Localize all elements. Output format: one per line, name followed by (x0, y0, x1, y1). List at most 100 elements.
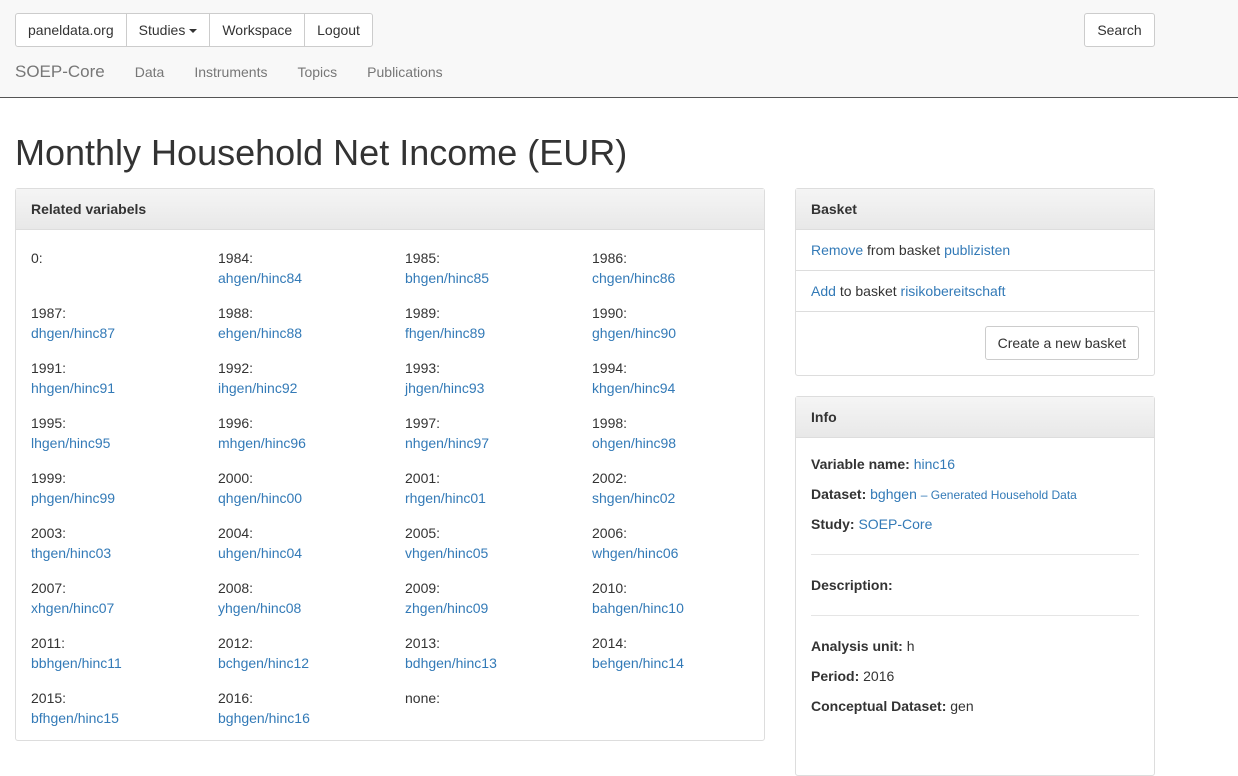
period-row: Period: 2016 (811, 666, 1139, 696)
related-variable-year: 2005: (405, 525, 441, 541)
conceptual-dataset-value: gen (950, 698, 974, 714)
related-variable-item: 1990: ghgen/hinc90 (592, 303, 741, 343)
related-variable-item: 1991: hhgen/hinc91 (31, 358, 218, 398)
related-variable-link[interactable]: whgen/hinc06 (592, 543, 741, 563)
related-variable-link[interactable]: ghgen/hinc90 (592, 323, 741, 343)
workspace-button[interactable]: Workspace (209, 13, 306, 47)
related-variable-link[interactable]: bfhgen/hinc15 (31, 708, 218, 728)
dataset-note: – Generated Household Data (920, 488, 1077, 502)
related-variable-year: 1994: (592, 360, 628, 376)
study-link[interactable]: SOEP-Core (858, 516, 932, 532)
related-variable-link[interactable]: fhgen/hinc89 (405, 323, 592, 343)
nav-link-instruments[interactable]: Instruments (194, 64, 267, 80)
related-variable-link[interactable]: lhgen/hinc95 (31, 433, 218, 453)
related-variable-year: 1993: (405, 360, 441, 376)
related-variable-item: 1989: fhgen/hinc89 (405, 303, 592, 343)
related-variable-link[interactable]: bghgen/hinc16 (218, 708, 405, 728)
related-variable-year: 1986: (592, 250, 628, 266)
related-variable-item: 2005: vhgen/hinc05 (405, 523, 592, 563)
related-variable-link[interactable]: chgen/hinc86 (592, 268, 741, 288)
info-heading: Info (796, 397, 1154, 438)
related-variable-link[interactable]: vhgen/hinc05 (405, 543, 592, 563)
related-variable-year: 2001: (405, 470, 441, 486)
related-variable-item: 1997: nhgen/hinc97 (405, 413, 592, 453)
related-variable-link[interactable]: rhgen/hinc01 (405, 488, 592, 508)
related-variable-link[interactable]: behgen/hinc14 (592, 653, 741, 673)
related-variable-link[interactable]: shgen/hinc02 (592, 488, 741, 508)
related-variable-year: 1998: (592, 415, 628, 431)
divider (811, 554, 1139, 555)
basket-name-link[interactable]: publizisten (944, 242, 1010, 258)
related-variable-link[interactable]: ahgen/hinc84 (218, 268, 405, 288)
search-button[interactable]: Search (1084, 13, 1155, 47)
conceptual-dataset-row: Conceptual Dataset: gen (811, 696, 1139, 726)
paneldata-button[interactable]: paneldata.org (15, 13, 127, 47)
related-variable-year: 1992: (218, 360, 254, 376)
related-variable-year: none: (405, 690, 441, 706)
related-variable-link[interactable]: ohgen/hinc98 (592, 433, 741, 453)
related-variable-item: 1988: ehgen/hinc88 (218, 303, 405, 343)
related-variable-link[interactable]: jhgen/hinc93 (405, 378, 592, 398)
remove-from-basket-link[interactable]: Remove (811, 242, 863, 258)
related-variable-link[interactable]: nhgen/hinc97 (405, 433, 592, 453)
related-variable-link[interactable]: thgen/hinc03 (31, 543, 218, 563)
related-variable-link[interactable]: bchgen/hinc12 (218, 653, 405, 673)
related-variable-year: 2009: (405, 580, 441, 596)
chevron-down-icon (189, 29, 198, 34)
related-variable-year: 1996: (218, 415, 254, 431)
related-variable-item: 1992: ihgen/hinc92 (218, 358, 405, 398)
related-variable-item: 2016: bghgen/hinc16 (218, 688, 405, 728)
variable-name-link[interactable]: hinc16 (914, 456, 955, 472)
related-variable-link[interactable]: hhgen/hinc91 (31, 378, 218, 398)
related-variable-item: 2000: qhgen/hinc00 (218, 468, 405, 508)
related-variable-link[interactable]: uhgen/hinc04 (218, 543, 405, 563)
related-variable-item: 1984: ahgen/hinc84 (218, 248, 405, 288)
add-to-basket-link[interactable]: Add (811, 283, 836, 299)
related-variable-link[interactable]: mhgen/hinc96 (218, 433, 405, 453)
related-variable-year: 2014: (592, 635, 628, 651)
related-variable-link[interactable]: khgen/hinc94 (592, 378, 741, 398)
basket-remove-row: Remove from basket publizisten (796, 230, 1154, 271)
logout-button[interactable]: Logout (304, 13, 373, 47)
nav-link-data[interactable]: Data (135, 64, 165, 80)
related-variable-link[interactable]: yhgen/hinc08 (218, 598, 405, 618)
nav-link-topics[interactable]: Topics (297, 64, 337, 80)
related-variable-link[interactable]: qhgen/hinc00 (218, 488, 405, 508)
page-title: Monthly Household Net Income (EUR) (15, 132, 628, 173)
related-variable-item: 2003: thgen/hinc03 (31, 523, 218, 563)
study-label: Study: (811, 516, 855, 532)
related-variable-link[interactable]: dhgen/hinc87 (31, 323, 218, 343)
related-variable-link[interactable]: bahgen/hinc10 (592, 598, 741, 618)
related-variable-item: 1996: mhgen/hinc96 (218, 413, 405, 453)
main-button-group: paneldata.org Studies Workspace Logout (15, 13, 373, 47)
related-variable-year: 2010: (592, 580, 628, 596)
create-basket-button[interactable]: Create a new basket (984, 326, 1139, 360)
related-variable-year: 2016: (218, 690, 254, 706)
brand-link[interactable]: SOEP-Core (15, 62, 105, 82)
related-variable-link[interactable]: ihgen/hinc92 (218, 378, 405, 398)
related-variable-item: 1995: lhgen/hinc95 (31, 413, 218, 453)
related-variable-item: 2009: zhgen/hinc09 (405, 578, 592, 618)
studies-dropdown-button[interactable]: Studies (125, 13, 211, 47)
basket-name-link[interactable]: risikobereitschaft (901, 283, 1006, 299)
analysis-unit-label: Analysis unit: (811, 638, 903, 654)
related-variable-link[interactable]: bbhgen/hinc11 (31, 653, 218, 673)
related-variable-year: 2015: (31, 690, 67, 706)
related-variable-link[interactable]: ehgen/hinc88 (218, 323, 405, 343)
nav-link-publications[interactable]: Publications (367, 64, 443, 80)
studies-label: Studies (138, 22, 186, 38)
dataset-link[interactable]: bghgen – Generated Household Data (870, 486, 1077, 502)
related-variable-link[interactable]: phgen/hinc99 (31, 488, 218, 508)
related-variable-item: 2013: bdhgen/hinc13 (405, 633, 592, 673)
related-variable-link[interactable]: xhgen/hinc07 (31, 598, 218, 618)
related-variable-year: 1997: (405, 415, 441, 431)
description-row: Description: (811, 575, 1139, 605)
related-variable-year: 0: (31, 250, 43, 266)
related-variable-item: 0: (31, 248, 218, 288)
related-variable-link[interactable]: bhgen/hinc85 (405, 268, 592, 288)
related-variable-link[interactable]: bdhgen/hinc13 (405, 653, 592, 673)
period-label: Period: (811, 668, 860, 684)
related-variable-link[interactable]: zhgen/hinc09 (405, 598, 592, 618)
basket-panel: Basket Remove from basket publizisten Ad… (795, 188, 1155, 376)
related-variable-item: 1994: khgen/hinc94 (592, 358, 741, 398)
